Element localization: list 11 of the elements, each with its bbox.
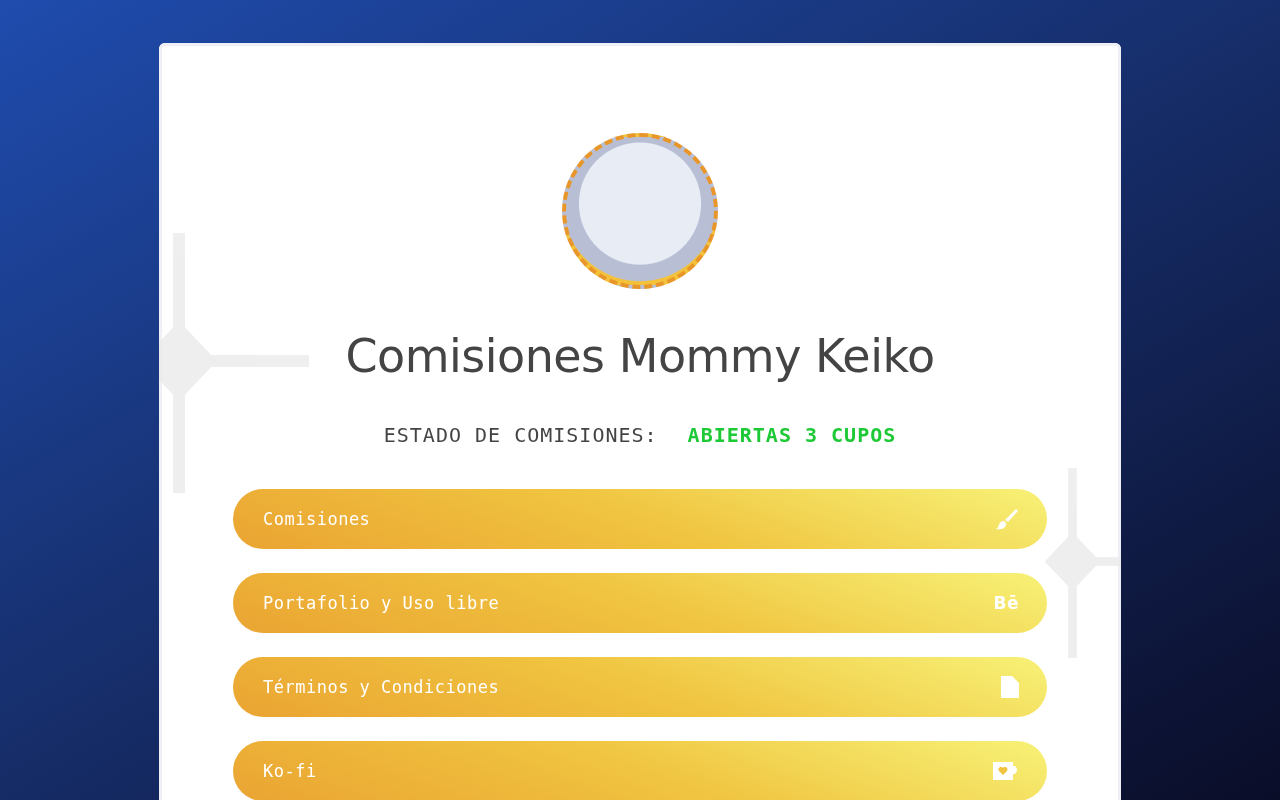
status-value: ABIERTAS 3 CUPOS — [687, 423, 897, 447]
link-button[interactable]: Ko-fi — [233, 741, 1047, 800]
link-button[interactable]: Portafolio y Uso libre Bē — [233, 573, 1047, 633]
link-button[interactable]: Comisiones — [233, 489, 1047, 549]
status-label: ESTADO DE COMISIONES: — [383, 423, 658, 447]
page-title: Comisiones Mommy Keiko — [345, 329, 935, 383]
link-button[interactable]: Términos y Condiciones — [233, 657, 1047, 717]
coffee-cup-icon — [993, 762, 1019, 780]
paintbrush-icon — [995, 507, 1019, 531]
file-icon — [1001, 676, 1019, 698]
behance-logo: Bē — [993, 593, 1019, 613]
